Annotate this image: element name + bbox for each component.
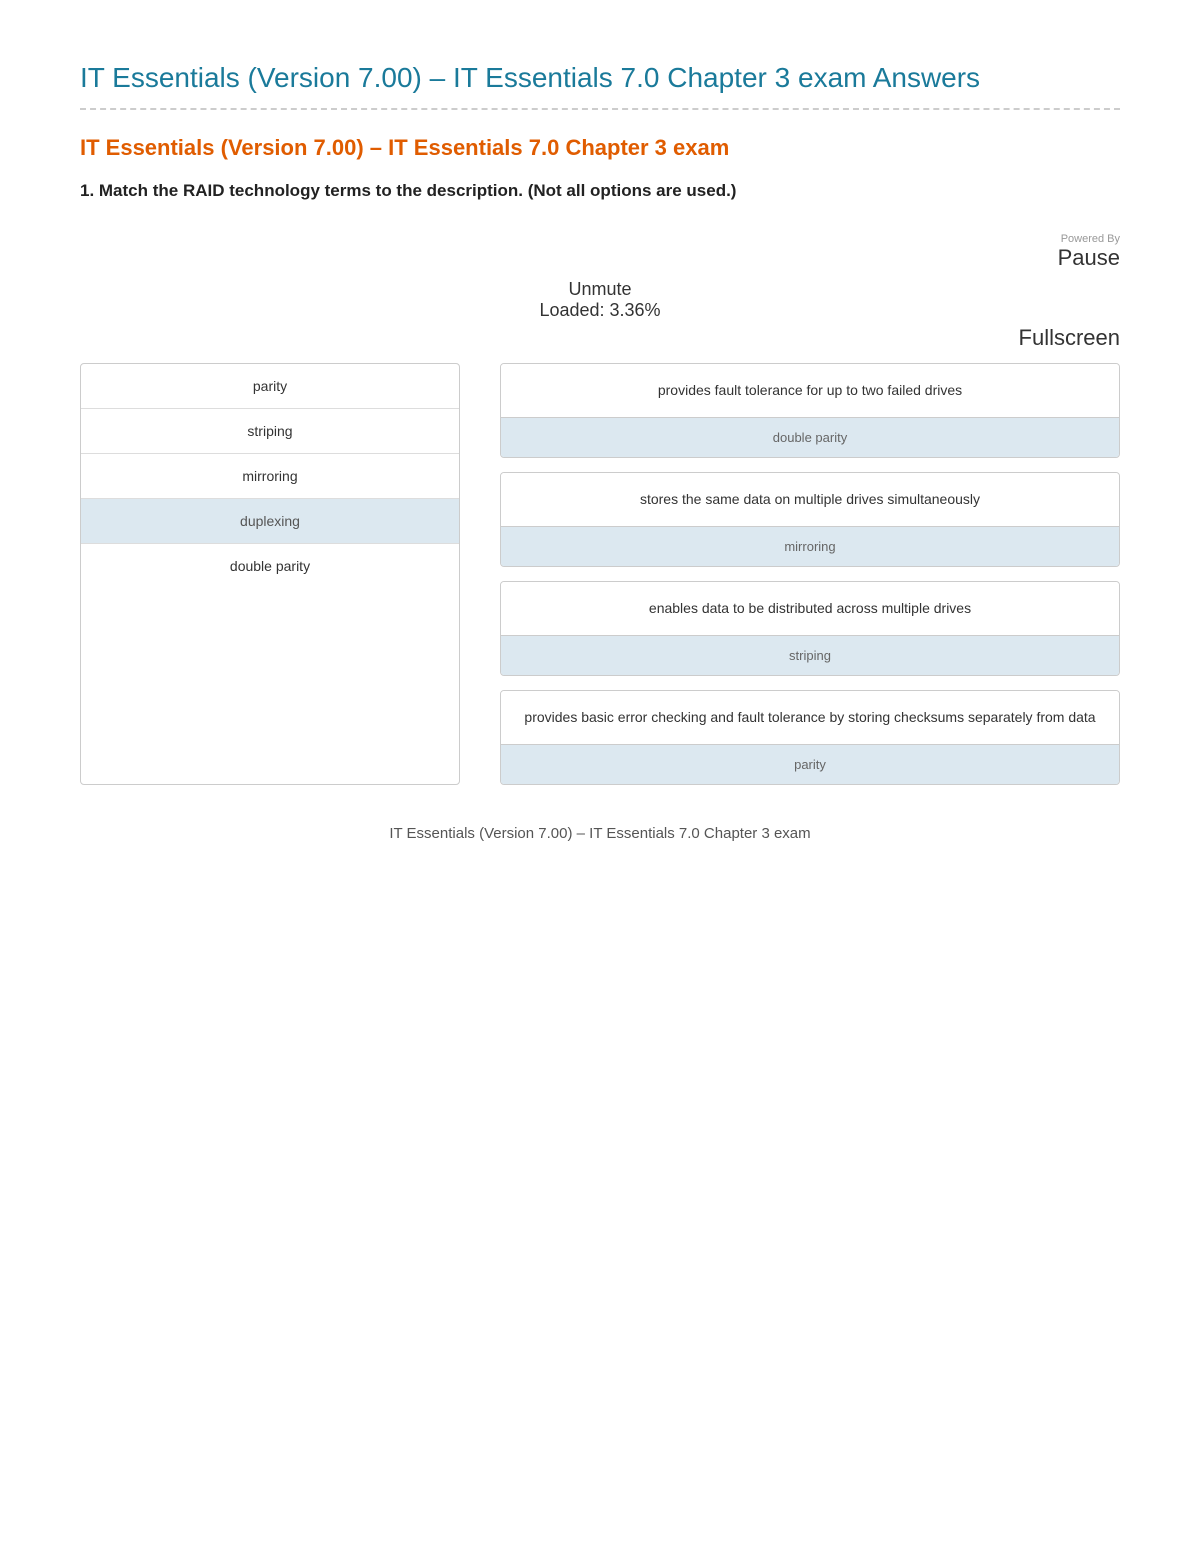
right-description-3: provides basic error checking and fault … bbox=[501, 691, 1119, 744]
loaded-label: Loaded: 3.36% bbox=[80, 300, 1120, 321]
right-box-1: stores the same data on multiple drives … bbox=[500, 472, 1120, 567]
matching-container: paritystripingmirroringduplexingdouble p… bbox=[80, 363, 1120, 785]
left-item-parity: parity bbox=[81, 364, 459, 409]
section-title: IT Essentials (Version 7.00) – IT Essent… bbox=[80, 134, 1120, 163]
right-description-1: stores the same data on multiple drives … bbox=[501, 473, 1119, 526]
right-answer-0: double parity bbox=[501, 417, 1119, 457]
right-description-0: provides fault tolerance for up to two f… bbox=[501, 364, 1119, 417]
unmute-loaded-area: Unmute Loaded: 3.36% bbox=[80, 279, 1120, 321]
right-column: provides fault tolerance for up to two f… bbox=[500, 363, 1120, 785]
page-title: IT Essentials (Version 7.00) – IT Essent… bbox=[80, 60, 1120, 96]
right-box-2: enables data to be distributed across mu… bbox=[500, 581, 1120, 676]
footer-text: IT Essentials (Version 7.00) – IT Essent… bbox=[80, 825, 1120, 842]
powered-by-label: Powered By bbox=[1061, 233, 1120, 245]
right-description-2: enables data to be distributed across mu… bbox=[501, 582, 1119, 635]
fullscreen-button[interactable]: Fullscreen bbox=[80, 325, 1120, 351]
right-box-0: provides fault tolerance for up to two f… bbox=[500, 363, 1120, 458]
media-controls: Powered By Pause bbox=[80, 233, 1120, 271]
left-item-double-parity: double parity bbox=[81, 544, 459, 588]
pause-button[interactable]: Pause bbox=[1058, 245, 1120, 271]
left-item-striping: striping bbox=[81, 409, 459, 454]
left-item-mirroring: mirroring bbox=[81, 454, 459, 499]
right-box-3: provides basic error checking and fault … bbox=[500, 690, 1120, 785]
right-answer-3: parity bbox=[501, 744, 1119, 784]
title-divider bbox=[80, 108, 1120, 110]
right-answer-2: striping bbox=[501, 635, 1119, 675]
right-answer-1: mirroring bbox=[501, 526, 1119, 566]
left-column: paritystripingmirroringduplexingdouble p… bbox=[80, 363, 460, 785]
question-text: 1. Match the RAID technology terms to th… bbox=[80, 179, 1120, 203]
unmute-label[interactable]: Unmute bbox=[80, 279, 1120, 300]
left-item-duplexing: duplexing bbox=[81, 499, 459, 544]
